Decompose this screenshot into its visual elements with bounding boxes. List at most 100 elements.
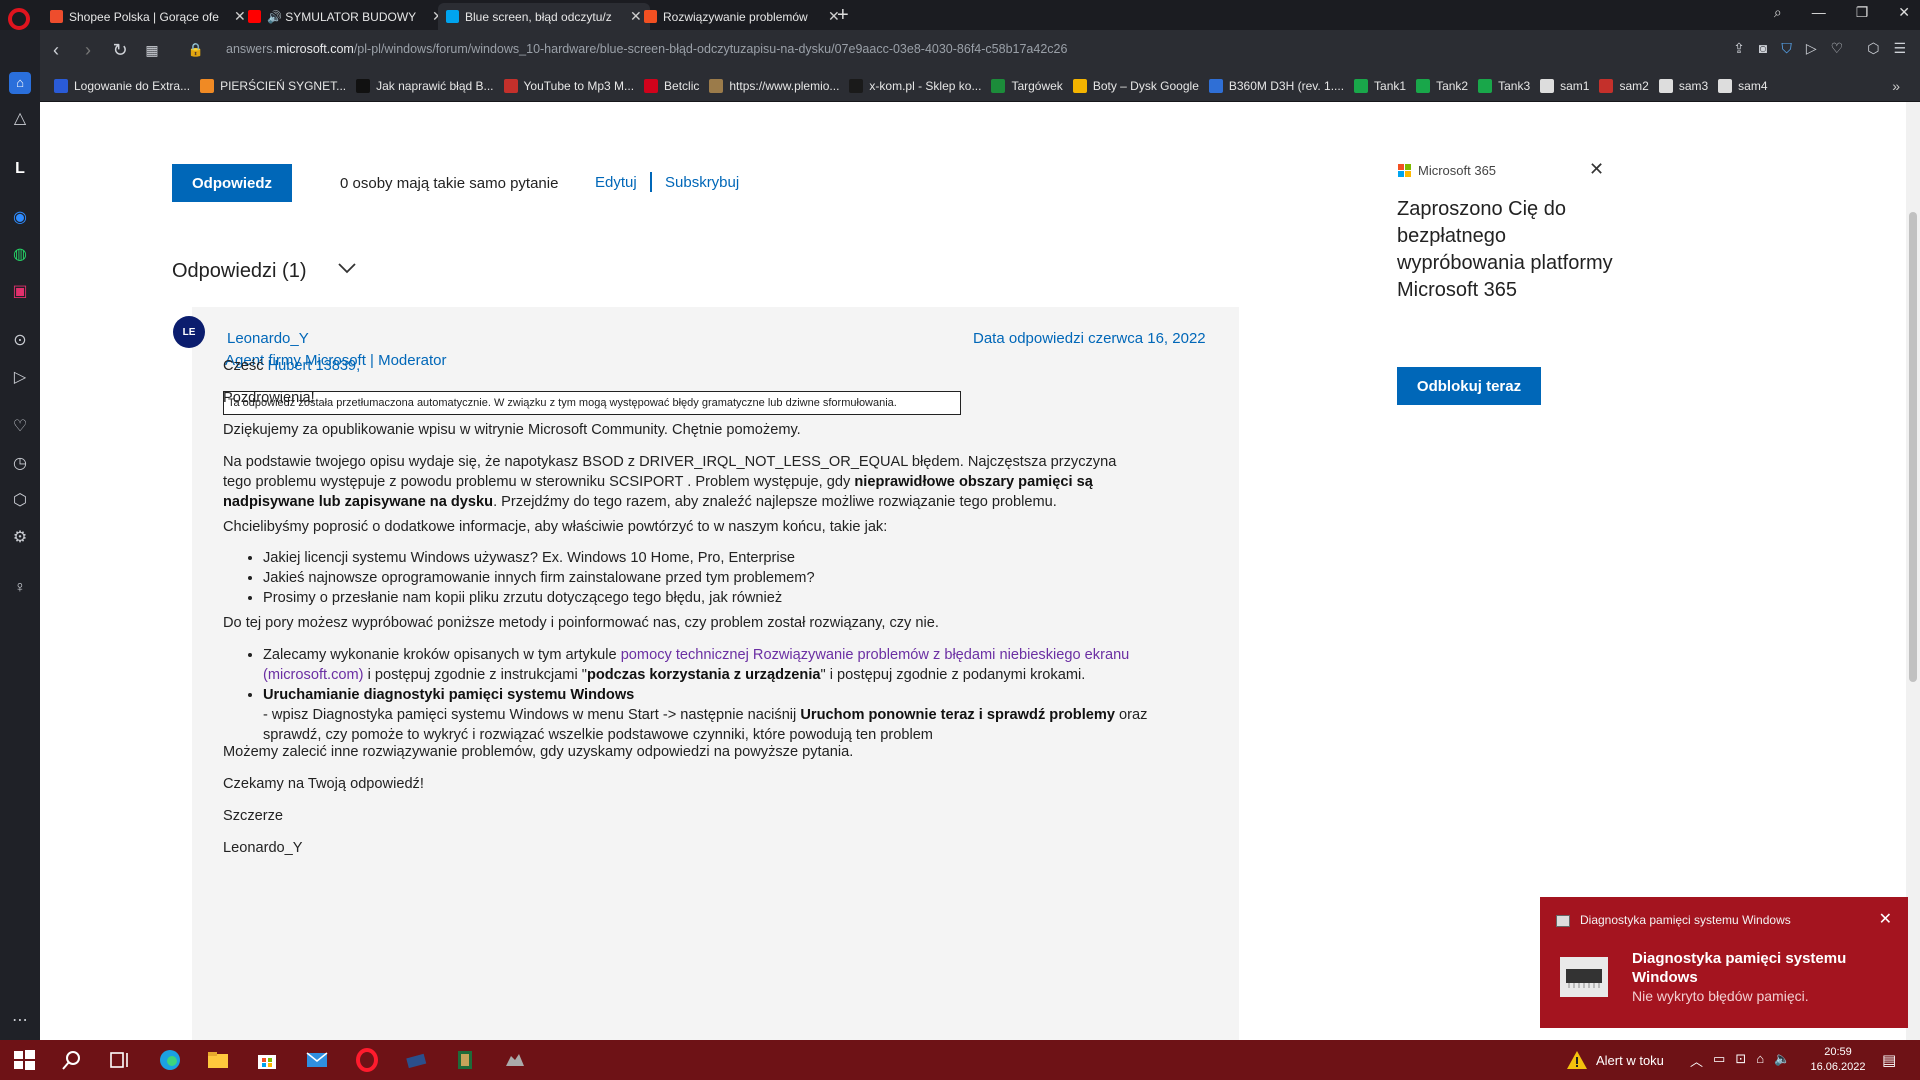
memory-diagnostic-app-icon [1556, 915, 1570, 927]
author-name[interactable]: Leonardo_Y [227, 330, 309, 347]
bookmark-favicon-icon [1478, 78, 1493, 93]
bookmark-item[interactable]: B360M D3H (rev. 1.... [1208, 78, 1344, 93]
messenger-icon[interactable]: ◉ [9, 207, 31, 229]
search-icon[interactable] [60, 1048, 84, 1072]
steam-app-icon[interactable] [404, 1048, 428, 1072]
history-icon[interactable]: ◷ [9, 453, 31, 475]
list-item: Prosimy o przesłanie nam kopii pliku zrz… [263, 588, 1213, 608]
bookmark-item[interactable]: sam3 [1658, 78, 1708, 93]
bookmark-label: Tank2 [1436, 78, 1469, 93]
forward-icon[interactable]: › [72, 40, 104, 61]
reply-button[interactable]: Odpowiedz [172, 164, 292, 202]
send-icon[interactable]: ▷ [9, 367, 31, 389]
volume-icon[interactable]: 🔈 [1774, 1051, 1790, 1070]
heart-icon[interactable]: ♡ [9, 416, 31, 438]
bulb-icon[interactable]: ♀ [9, 577, 31, 599]
bookmark-item[interactable]: PIERŚCIEŃ SYGNET... [200, 78, 347, 93]
opera-logo-icon[interactable] [8, 8, 30, 30]
new-tab-icon[interactable]: + [837, 4, 849, 27]
bookmark-item[interactable]: Targówek [991, 78, 1063, 93]
bookmark-item[interactable]: Logowanie do Extra... [54, 78, 190, 93]
edge-icon[interactable] [158, 1048, 182, 1072]
flow-icon[interactable]: △ [9, 108, 31, 130]
bookmark-item[interactable]: Boty – Dysk Google [1072, 78, 1199, 93]
bookmarks-more-icon[interactable]: » [1892, 78, 1900, 94]
bookmark-label: sam2 [1619, 78, 1649, 93]
bookmark-item[interactable]: Tank1 [1354, 78, 1406, 93]
opera-sidebar: ⌂ △ L ◉ ◍ ▣ ⊙ ▷ ♡ ◷ ⬡ ⚙ ♀ ⋯ [0, 30, 40, 1040]
bookmark-item[interactable]: sam1 [1540, 78, 1589, 93]
microsoft-favicon-icon [446, 10, 459, 23]
whatsapp-icon[interactable]: ◍ [9, 244, 31, 266]
drive-icon[interactable]: ▭ [1713, 1051, 1725, 1070]
bookmark-label: https://www.plemio... [729, 78, 840, 93]
opera-icon[interactable] [355, 1048, 379, 1072]
search-tabs-icon[interactable]: ⌕ [1774, 4, 1782, 21]
avatar[interactable]: LE [173, 316, 205, 348]
more-paragraph: Możemy zalecić inne rozwiązywanie proble… [223, 744, 854, 760]
store-icon[interactable] [255, 1048, 279, 1072]
vpn-shield-icon[interactable]: ⛉ [1781, 40, 1792, 57]
bookmark-label: PIERŚCIEŃ SYGNET... [220, 78, 347, 93]
back-icon[interactable]: ‹ [40, 40, 72, 61]
play-icon[interactable]: ▷ [1806, 40, 1817, 57]
file-explorer-icon[interactable] [206, 1048, 230, 1072]
tab-shopee[interactable]: Shopee Polska | Gorące ofe ✕ [42, 3, 254, 30]
tab-title: Rozwiązywanie problemów [663, 9, 808, 24]
home-icon[interactable]: ⌂ [9, 72, 31, 94]
camera-icon[interactable]: ◙ [1759, 40, 1767, 57]
unlock-now-button[interactable]: Odblokuj teraz [1397, 367, 1541, 405]
player-icon[interactable]: ⊙ [9, 330, 31, 352]
cheat-engine-icon[interactable] [453, 1048, 477, 1072]
alert-text[interactable]: Alert w toku [1596, 1053, 1664, 1068]
wolf-app-icon[interactable] [503, 1048, 527, 1072]
tab-title: Shopee Polska | Gorące ofe [69, 9, 219, 24]
more-icon[interactable]: ⋯ [9, 1010, 31, 1032]
notification-toast[interactable]: Diagnostyka pamięci systemu Windows ✕ Di… [1540, 897, 1908, 1028]
warning-icon[interactable] [1566, 1049, 1588, 1071]
user-mention-link[interactable]: Hubert 13839 [268, 358, 356, 374]
bookmark-item[interactable]: Tank2 [1416, 78, 1469, 93]
reload-icon[interactable]: ↻ [104, 40, 136, 61]
minimize-icon[interactable]: — [1812, 4, 1826, 21]
clock[interactable]: 20:59 16.06.2022 [1808, 1045, 1868, 1075]
chevron-down-icon[interactable] [337, 258, 357, 278]
windows-start-icon[interactable] [12, 1048, 36, 1072]
bookmark-item[interactable]: Jak naprawić błąd B... [356, 78, 494, 93]
settings-icon[interactable]: ⚙ [9, 527, 31, 549]
ad-close-icon[interactable]: ✕ [1589, 159, 1604, 180]
edit-link[interactable]: Edytuj [595, 174, 637, 191]
action-center-icon[interactable]: ▤ [1882, 1051, 1896, 1069]
chevron-up-icon[interactable]: ︿ [1690, 1051, 1703, 1070]
subscribe-link[interactable]: Subskrybuj [665, 174, 739, 191]
cube-icon[interactable]: ⬡ [1867, 40, 1879, 57]
mail-icon[interactable] [305, 1048, 329, 1072]
instagram-icon[interactable]: ▣ [9, 281, 31, 303]
tab-troubleshooting[interactable]: Rozwiązywanie problemów ✕ [636, 3, 848, 30]
bookmark-item[interactable]: https://www.plemio... [709, 78, 840, 93]
close-window-icon[interactable]: ✕ [1898, 4, 1910, 21]
network-icon[interactable]: ⌂ [1756, 1051, 1764, 1070]
url-field[interactable]: answers.microsoft.com/pl-pl/windows/foru… [226, 42, 1067, 56]
bookmark-item[interactable]: Tank3 [1478, 78, 1530, 93]
tab-grid-icon[interactable]: ▦ [136, 42, 168, 59]
bookmark-item[interactable]: sam4 [1718, 78, 1768, 93]
task-view-icon[interactable] [108, 1048, 132, 1072]
scrollbar-thumb[interactable] [1909, 212, 1917, 682]
tab-blue-screen[interactable]: Blue screen, błąd odczytu/z ✕ [438, 3, 650, 30]
address-actions: ⇪ ◙ ⛉ ▷ ♡ ⬡ ☰ [1733, 40, 1906, 57]
bookmark-item[interactable]: x-kom.pl - Sklep ko... [849, 78, 981, 93]
toast-close-icon[interactable]: ✕ [1879, 909, 1892, 929]
scrollbar[interactable] [1906, 102, 1920, 1040]
ethernet-icon[interactable]: ⊡ [1735, 1051, 1746, 1070]
bookmark-item[interactable]: sam2 [1599, 78, 1649, 93]
cube-icon[interactable]: ⬡ [9, 490, 31, 512]
extension-l-icon[interactable]: L [9, 158, 31, 180]
bookmark-item[interactable]: YouTube to Mp3 M... [503, 78, 634, 93]
easy-setup-icon[interactable]: ☰ [1893, 40, 1906, 57]
bookmark-heart-icon[interactable]: ♡ [1831, 40, 1844, 57]
tab-youtube[interactable]: 🔊 SYMULATOR BUDOWY ✕ [240, 3, 452, 30]
bookmark-item[interactable]: Betclic [644, 78, 699, 93]
share-icon[interactable]: ⇪ [1733, 40, 1745, 57]
restore-icon[interactable]: ❐ [1856, 4, 1869, 21]
